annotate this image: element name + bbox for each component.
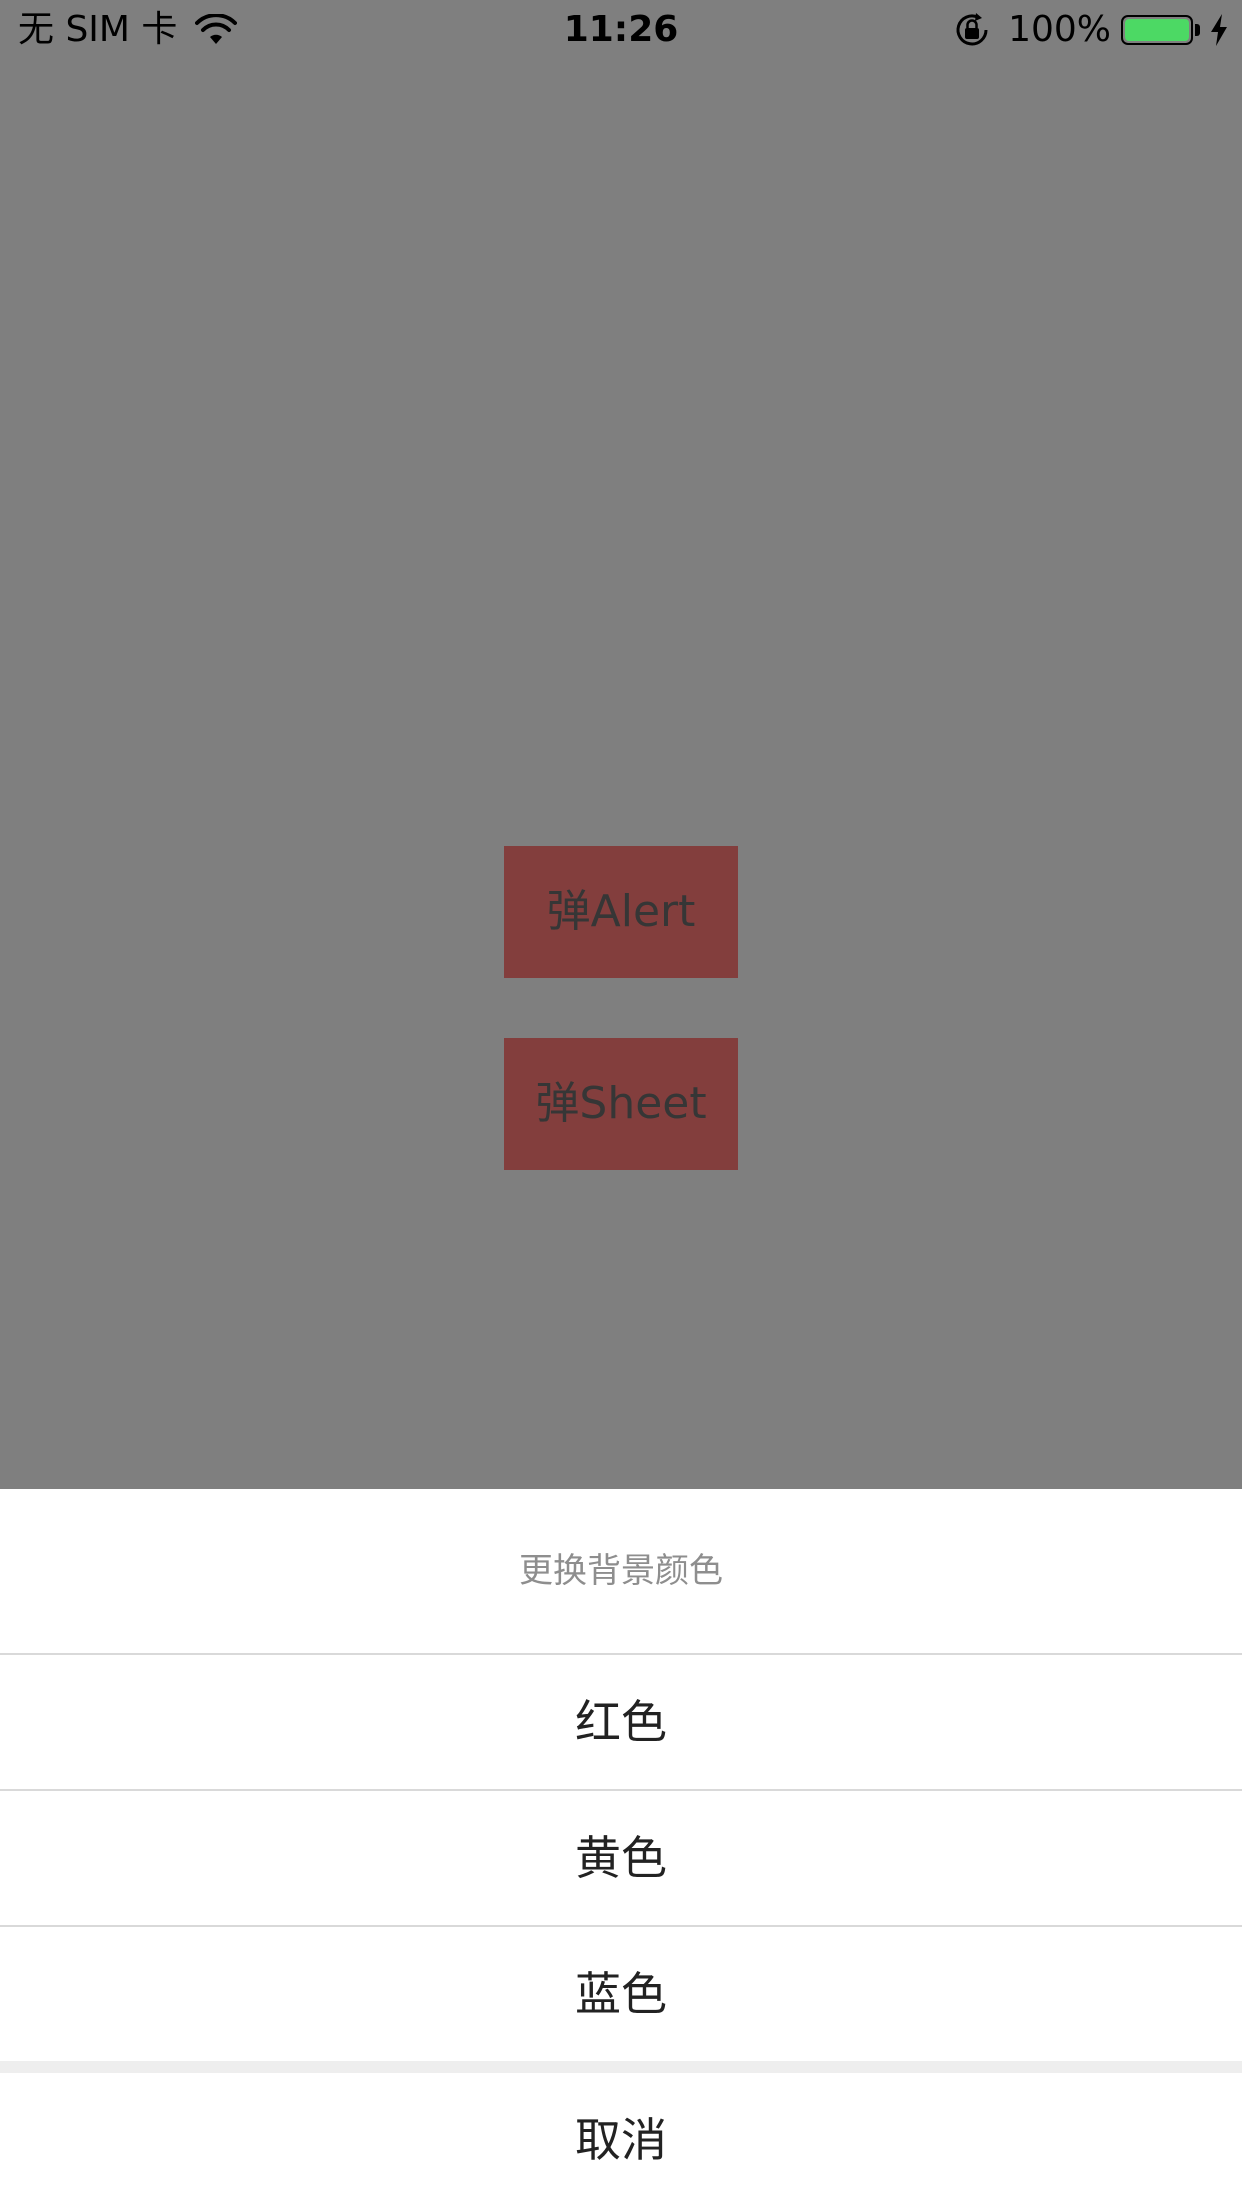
- status-bar-right: 100%: [952, 9, 1230, 51]
- option-blue[interactable]: 蓝色: [0, 1927, 1242, 2061]
- battery-cap: [1195, 24, 1200, 36]
- battery-icon: [1121, 15, 1193, 45]
- battery-percent: 100%: [1008, 9, 1111, 50]
- cancel-button[interactable]: 取消: [0, 2073, 1242, 2208]
- status-bar: 无 SIM 卡 11:26 100%: [0, 0, 1242, 60]
- show-sheet-button[interactable]: 弹Sheet: [504, 1038, 738, 1170]
- show-alert-button[interactable]: 弹Alert: [504, 846, 738, 978]
- battery-fill: [1125, 19, 1189, 41]
- option-red[interactable]: 红色: [0, 1655, 1242, 1789]
- rotation-lock-icon: [956, 13, 988, 46]
- action-sheet-title: 更换背景颜色: [0, 1489, 1242, 1653]
- charging-bolt-icon: [1211, 14, 1227, 46]
- option-yellow[interactable]: 黄色: [0, 1791, 1242, 1925]
- action-sheet: 更换背景颜色 红色 黄色 蓝色 取消: [0, 1489, 1242, 2208]
